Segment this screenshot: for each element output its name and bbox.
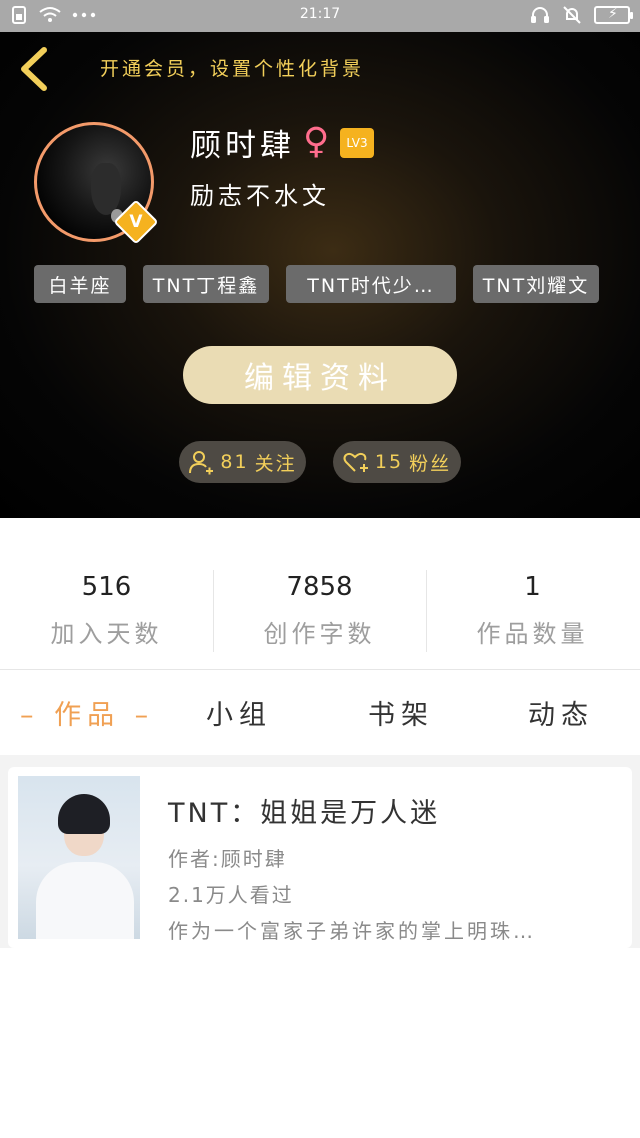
fans-label: 粉丝 (409, 452, 452, 475)
vip-background-link[interactable]: 开通会员，设置个性化背景 (100, 54, 364, 81)
stat-word-count: 7858 创作字数 (213, 572, 426, 649)
tab-bookshelf[interactable]: 书架 (368, 693, 434, 732)
work-author: 作者:顾时肆 (168, 847, 287, 871)
tab-activity[interactable]: 动态 (528, 693, 594, 732)
stat-value: 1 (524, 572, 541, 602)
tag-chip[interactable]: 白羊座 (34, 265, 126, 303)
stat-value: 516 (81, 572, 132, 602)
headset-icon (530, 6, 550, 24)
work-cover-image (18, 776, 140, 939)
add-user-icon (189, 451, 214, 475)
following-label: 关注 (254, 452, 297, 475)
fans-count: 15 (374, 451, 404, 473)
cover-figure-body (36, 862, 134, 939)
status-right-icons: ⚡ (530, 5, 633, 25)
stat-join-days: 516 加入天数 (0, 572, 213, 649)
profile-header: 开通会员，设置个性化背景 V 顾时肆 ♀ LV3 励志不水文 白羊座 TNT丁程… (0, 32, 640, 518)
tag-chip[interactable]: TNT刘耀文 (473, 265, 599, 303)
mute-bell-icon (562, 5, 582, 25)
stat-works-count: 1 作品数量 (426, 572, 639, 649)
tab-groups[interactable]: 小组 (206, 693, 272, 732)
username: 顾时肆 (190, 128, 295, 164)
stat-value: 7858 (286, 572, 353, 602)
work-views: 2.1万人看过 (168, 883, 294, 907)
female-gender-icon: ♀ (303, 121, 330, 162)
stat-label: 加入天数 (50, 620, 163, 648)
tab-works[interactable]: – 作品 – (20, 693, 154, 732)
status-bar: 21:17 ⚡ (0, 0, 640, 32)
level-badge: LV3 (340, 128, 374, 158)
heart-plus-icon (343, 452, 368, 472)
avatar-figure (91, 163, 121, 215)
edit-profile-button[interactable]: 编辑资料 (183, 346, 457, 404)
profile-tabs: – 作品 – 小组 书架 动态 (0, 671, 640, 755)
verified-badge-text: V (129, 212, 143, 232)
stat-label: 作品数量 (476, 620, 589, 648)
stats-bar: 516 加入天数 7858 创作字数 1 作品数量 (0, 518, 640, 670)
tag-chip[interactable]: TNT丁程鑫 (143, 265, 269, 303)
following-button[interactable]: 81 关注 (179, 441, 306, 483)
fans-button[interactable]: 15 粉丝 (333, 441, 461, 483)
back-button[interactable] (16, 46, 52, 92)
work-description: 作为一个富家子弟许家的掌上明珠… (168, 919, 536, 943)
works-list: TNT：姐姐是万人迷 作者:顾时肆 2.1万人看过 作为一个富家子弟许家的掌上明… (0, 755, 640, 948)
work-card[interactable]: TNT：姐姐是万人迷 作者:顾时肆 2.1万人看过 作为一个富家子弟许家的掌上明… (8, 767, 632, 948)
cover-figure-hair (58, 794, 110, 834)
signature: 励志不水文 (190, 182, 330, 210)
tag-chip[interactable]: TNT时代少… (286, 265, 456, 303)
battery-charging-icon: ⚡ (594, 6, 633, 24)
chevron-left-icon (21, 47, 47, 91)
work-title: TNT：姐姐是万人迷 (168, 798, 441, 829)
stat-label: 创作字数 (263, 620, 376, 648)
following-count: 81 (220, 451, 249, 473)
